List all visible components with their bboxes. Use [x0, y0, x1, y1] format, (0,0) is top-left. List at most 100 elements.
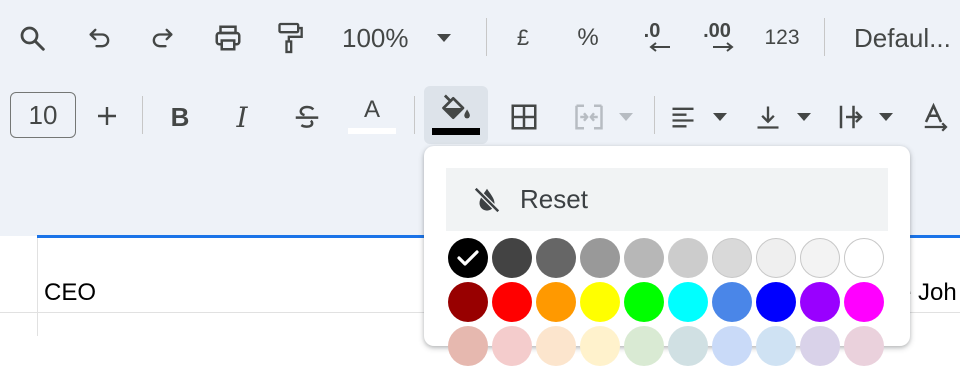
borders-icon	[511, 104, 537, 130]
color-swatch[interactable]	[756, 282, 796, 322]
strikethrough-icon	[295, 105, 319, 128]
print-icon	[215, 25, 241, 51]
redo-button[interactable]	[142, 18, 182, 58]
increase-font-size-button[interactable]	[88, 96, 126, 136]
no-fill-icon	[473, 186, 501, 213]
increase-decimal-button[interactable]: .00	[694, 14, 740, 60]
separator	[142, 96, 143, 134]
borders-button[interactable]	[504, 96, 544, 138]
separator	[824, 18, 825, 56]
text-overflow-icon	[839, 105, 863, 129]
color-swatch[interactable]	[844, 282, 884, 322]
color-swatch[interactable]	[536, 326, 576, 366]
color-swatch[interactable]	[668, 238, 708, 278]
color-swatch[interactable]	[756, 238, 796, 278]
align-bottom-icon	[757, 106, 779, 129]
color-swatch[interactable]	[712, 326, 752, 366]
font-size-value: 10	[28, 99, 58, 130]
paint-format-button[interactable]	[270, 16, 310, 60]
italic-button[interactable]: I	[222, 96, 262, 138]
plus-icon	[98, 107, 116, 125]
percent-format-button[interactable]: %	[570, 18, 606, 58]
color-swatch[interactable]	[712, 282, 752, 322]
chevron-down-icon	[713, 113, 727, 121]
color-swatch[interactable]	[492, 282, 532, 322]
color-swatch[interactable]	[712, 238, 752, 278]
font-family-value: Defaul...	[854, 22, 951, 53]
decrease-decimal-button[interactable]: .0	[630, 14, 674, 60]
color-swatch[interactable]	[492, 238, 532, 278]
decrease-decimal-label: .0	[643, 20, 661, 42]
color-swatch[interactable]	[844, 238, 884, 278]
italic-label: I	[236, 100, 248, 134]
color-swatch[interactable]	[448, 282, 488, 322]
color-swatch[interactable]	[580, 238, 620, 278]
row-header-divider	[37, 238, 38, 336]
color-swatch[interactable]	[800, 326, 840, 366]
currency-format-button[interactable]: £	[506, 18, 540, 58]
text-color-button[interactable]: A	[348, 92, 396, 138]
merge-cells-icon	[575, 104, 603, 130]
chevron-down-icon	[879, 113, 893, 121]
color-swatch[interactable]	[800, 282, 840, 322]
color-swatch[interactable]	[536, 238, 576, 278]
text-wrapping-button[interactable]	[836, 96, 902, 138]
text-rotation-button[interactable]	[918, 96, 954, 138]
separator	[414, 96, 415, 134]
separator	[486, 18, 487, 56]
color-swatch[interactable]	[624, 326, 664, 366]
color-swatch[interactable]	[624, 238, 664, 278]
color-swatch[interactable]	[668, 282, 708, 322]
redo-icon	[152, 28, 173, 48]
reset-label: Reset	[520, 184, 588, 214]
color-swatch[interactable]	[536, 282, 576, 322]
text-color-bar	[348, 128, 396, 134]
vertical-align-button[interactable]	[754, 96, 820, 138]
arrow-left-icon	[649, 42, 670, 52]
checkmark-icon	[457, 250, 479, 266]
chevron-down-icon	[619, 113, 633, 121]
text-color-letter: A	[363, 96, 380, 123]
zoom-select[interactable]: 100%	[336, 18, 466, 58]
percent-symbol: %	[577, 24, 599, 51]
separator	[654, 96, 655, 134]
bold-label: B	[170, 101, 190, 132]
color-swatch[interactable]	[800, 238, 840, 278]
more-formats-label: 123	[764, 26, 800, 49]
bold-button[interactable]: B	[160, 96, 200, 138]
undo-icon	[89, 28, 110, 48]
color-swatch[interactable]	[448, 326, 488, 366]
color-swatch[interactable]	[448, 238, 488, 278]
fill-color-menu: Reset	[424, 146, 910, 366]
chevron-down-icon	[797, 113, 811, 121]
search-icon	[20, 26, 45, 51]
color-swatch[interactable]	[492, 326, 532, 366]
print-button[interactable]	[206, 18, 250, 58]
more-formats-button[interactable]: 123	[758, 18, 806, 58]
chevron-down-icon	[436, 34, 451, 42]
color-swatch[interactable]	[756, 326, 796, 366]
color-swatch[interactable]	[580, 326, 620, 366]
undo-button[interactable]	[80, 18, 120, 58]
currency-symbol: £	[516, 25, 530, 50]
font-size-input[interactable]: 10	[10, 92, 76, 138]
cell-ceo[interactable]: CEO	[44, 279, 96, 307]
fill-color-button[interactable]	[424, 86, 488, 144]
color-swatch[interactable]	[844, 326, 884, 366]
color-swatch[interactable]	[624, 282, 664, 322]
align-left-icon	[672, 107, 694, 128]
color-swatch[interactable]	[580, 282, 620, 322]
color-swatch[interactable]	[668, 326, 708, 366]
font-family-select[interactable]: Defaul...	[850, 18, 960, 58]
arrow-right-icon	[713, 42, 734, 52]
paint-bucket-icon	[442, 94, 470, 120]
zoom-value: 100%	[342, 22, 409, 53]
strikethrough-button[interactable]	[286, 96, 328, 138]
search-menus-button[interactable]	[12, 18, 52, 58]
reset-color-button[interactable]: Reset	[446, 168, 888, 231]
paint-format-icon	[278, 22, 303, 54]
fill-color-bar	[432, 128, 480, 135]
merge-cells-button[interactable]	[568, 96, 644, 138]
horizontal-align-button[interactable]	[668, 96, 736, 138]
text-rotation-icon	[924, 102, 948, 132]
